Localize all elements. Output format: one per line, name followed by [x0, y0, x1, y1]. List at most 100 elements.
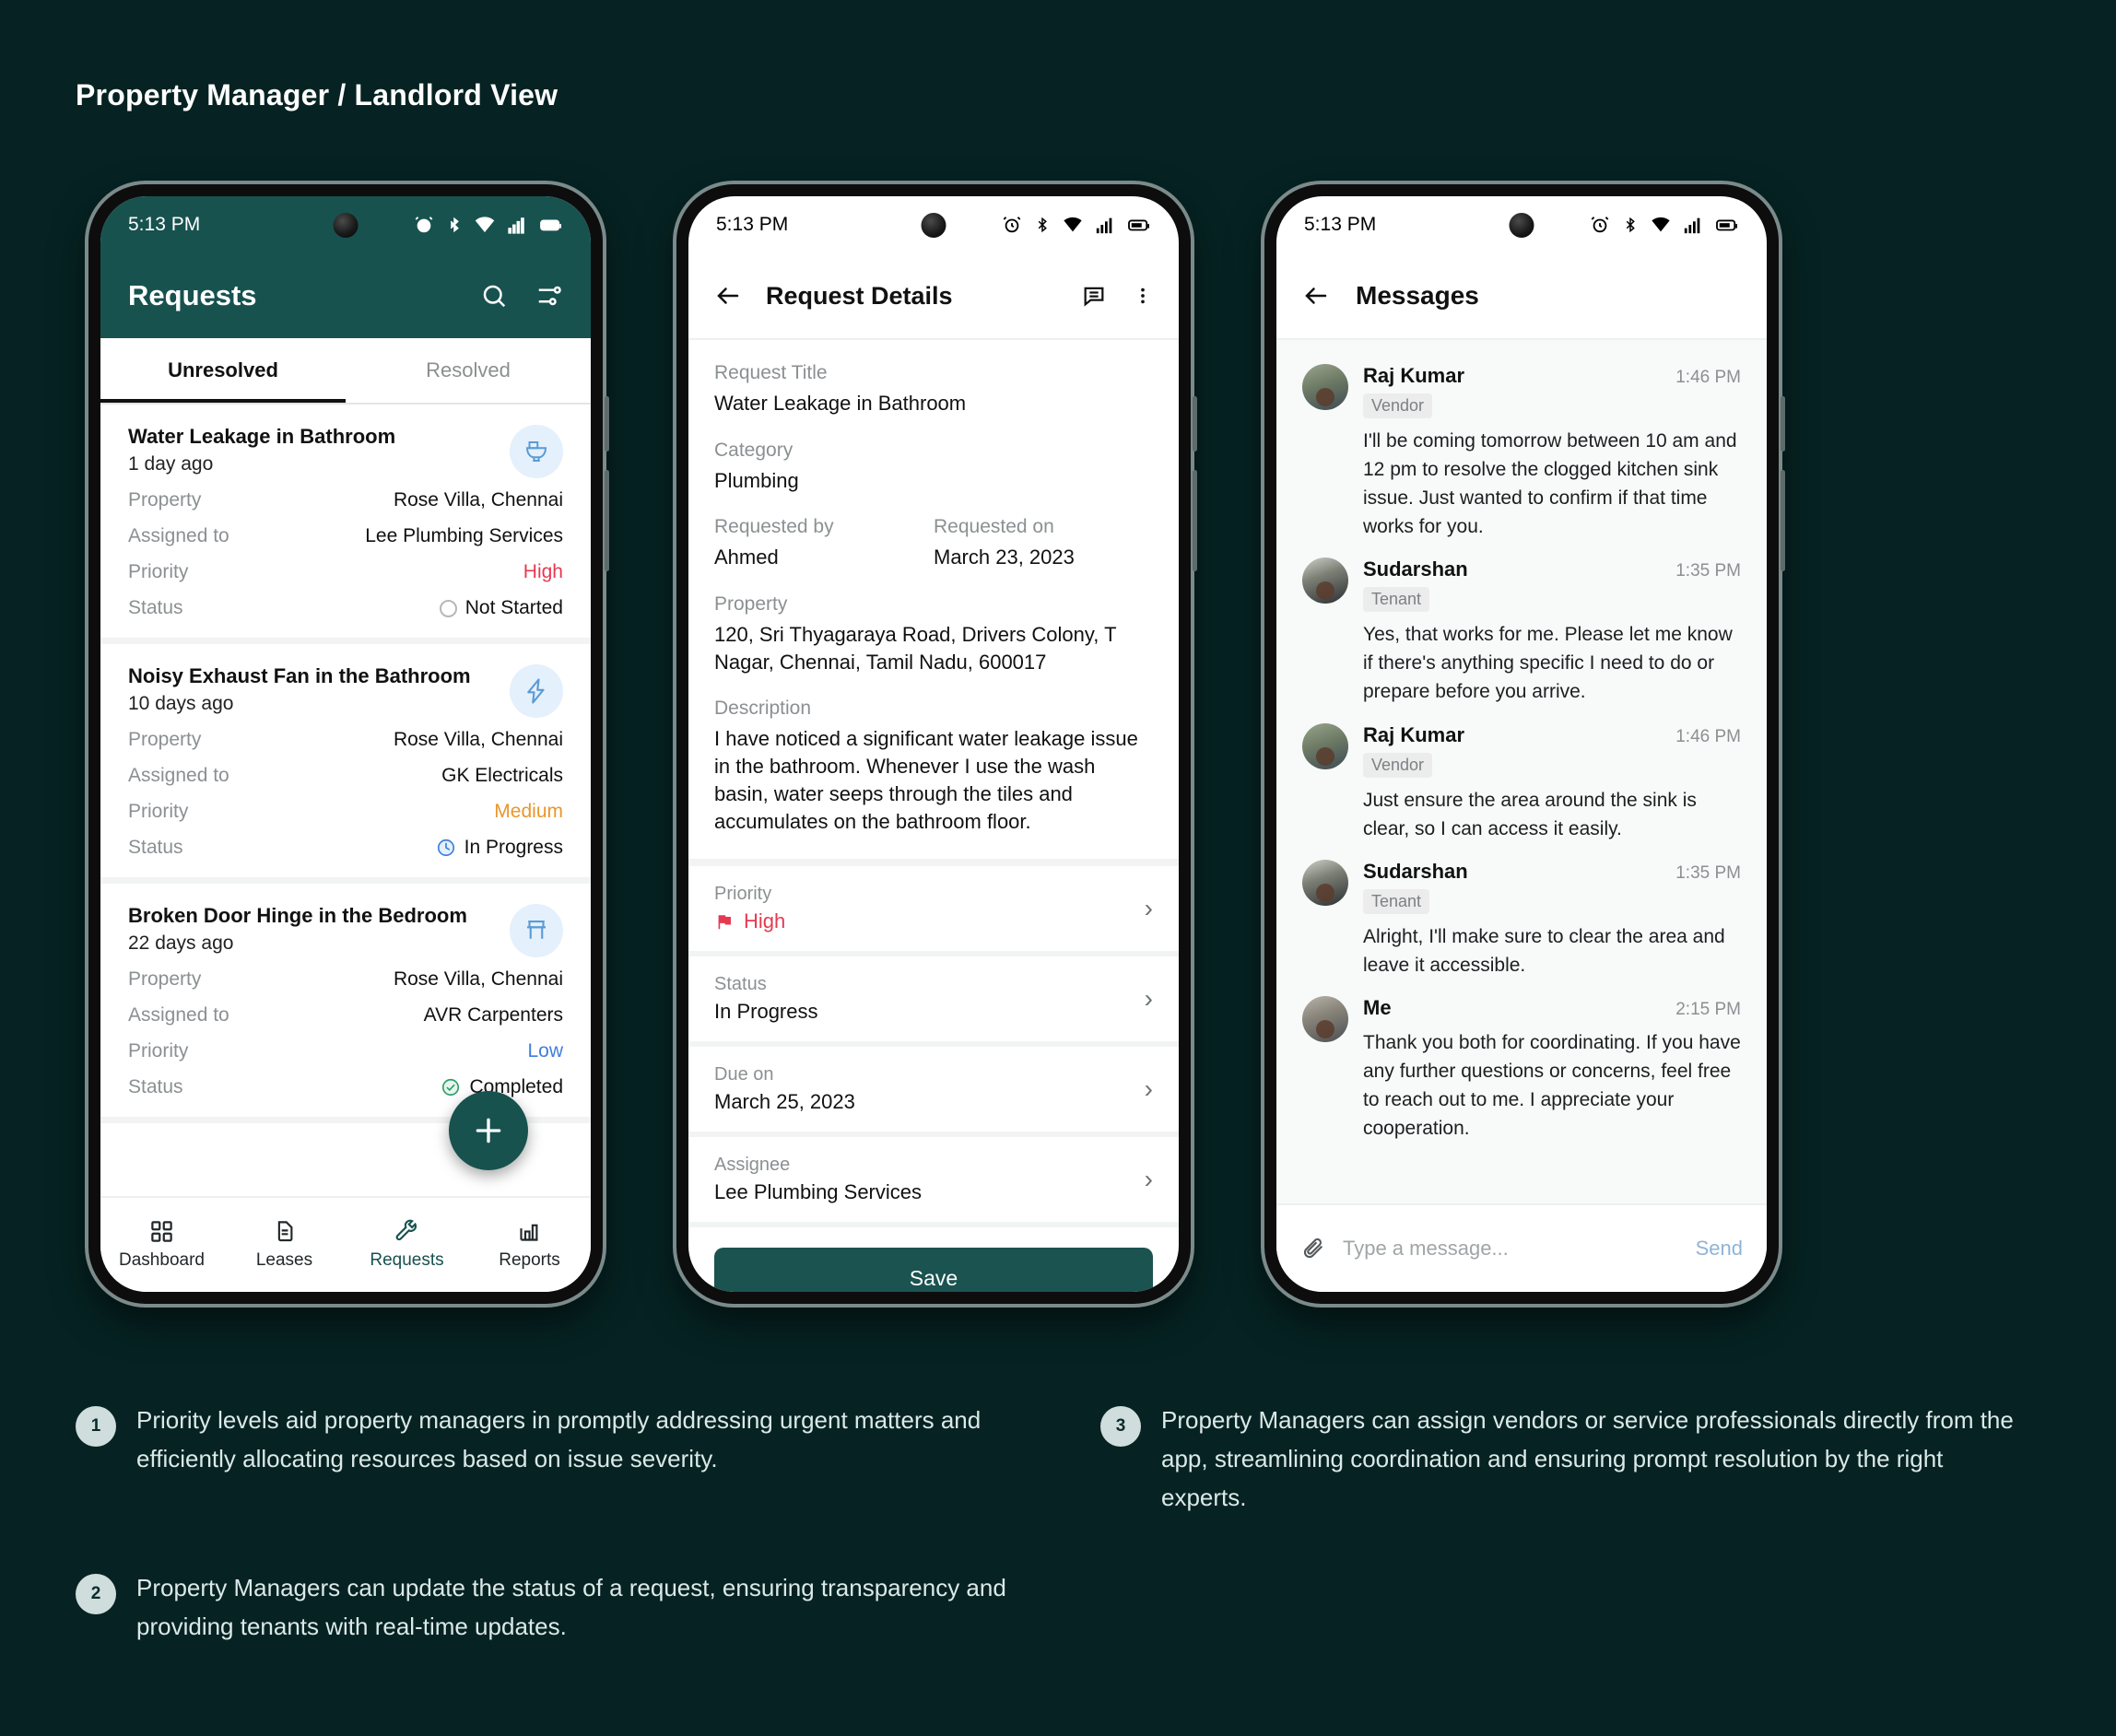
request-priority-row: Priority High — [128, 561, 563, 583]
label-description: Description — [714, 698, 812, 720]
request-title: Water Leakage in Bathroom — [128, 425, 396, 448]
field-requested-by: Requested by Ahmed — [714, 516, 934, 571]
nav-item-reports[interactable]: Reports — [468, 1219, 591, 1271]
nav-item-requests[interactable]: Requests — [346, 1219, 468, 1271]
request-assignee-row: Assigned to Lee Plumbing Services — [128, 525, 563, 547]
label-status: Status — [128, 597, 183, 618]
more-vertical-icon[interactable] — [1133, 283, 1153, 309]
request-status-row: Status Not Started — [128, 597, 563, 619]
nav-label-dashboard: Dashboard — [119, 1250, 205, 1270]
message-role-badge: Tenant — [1363, 888, 1430, 914]
phone3-status-bar: 5:13 PM — [1276, 196, 1767, 253]
save-button[interactable]: Save — [714, 1248, 1153, 1292]
phone1-title: Requests — [128, 279, 257, 311]
send-button[interactable]: Send — [1696, 1237, 1743, 1261]
message-time: 2:15 PM — [1675, 999, 1741, 1019]
request-property-row: Property Rose Villa, Chennai — [128, 489, 563, 511]
request-assignee-row: Assigned to AVR Carpenters — [128, 1004, 563, 1026]
wifi-icon — [1064, 217, 1082, 232]
label-requested-by: Requested by — [714, 516, 834, 538]
value-assigned-to: GK Electricals — [441, 765, 563, 786]
label-assignee: Assignee — [714, 1155, 791, 1176]
flag-icon — [718, 914, 731, 930]
value-property: Rose Villa, Chennai — [393, 968, 563, 990]
alarm-icon — [1003, 217, 1021, 233]
tab-resolved[interactable]: Resolved — [346, 338, 591, 403]
clock-icon — [437, 839, 454, 857]
avatar — [1302, 722, 1348, 769]
request-age: 10 days ago — [128, 693, 234, 714]
message-time: 1:46 PM — [1675, 368, 1741, 387]
label-assigned-to: Assigned to — [128, 765, 229, 786]
message-sender: Raj Kumar — [1363, 364, 1465, 387]
value-status: In Progress — [714, 1000, 818, 1024]
detail-row-status[interactable]: Status In Progress › — [688, 956, 1179, 1048]
annotation-number: 3 — [1100, 1406, 1141, 1447]
furniture-icon — [510, 904, 563, 957]
annotation-2: 2 Property Managers can update the statu… — [76, 1568, 1006, 1646]
detail-row-assignee[interactable]: Assignee Lee Plumbing Services › — [688, 1137, 1179, 1228]
message-role-badge: Vendor — [1363, 393, 1433, 418]
request-title: Noisy Exhaust Fan in the Bathroom — [128, 664, 471, 687]
chevron-right-icon: › — [1144, 1165, 1153, 1194]
annotation-1: 1 Priority levels aid property managers … — [76, 1401, 1006, 1478]
paperclip-icon[interactable] — [1300, 1236, 1326, 1261]
avatar — [1302, 364, 1348, 410]
chat-icon[interactable] — [1081, 283, 1107, 309]
message-role-badge: Tenant — [1363, 587, 1430, 613]
phone3-side-button-power — [1781, 470, 1785, 571]
request-card[interactable]: Noisy Exhaust Fan in the Bathroom 10 day… — [100, 644, 591, 884]
circle-outline-icon — [439, 599, 457, 617]
field-description: Description I have noticed a significant… — [714, 698, 1153, 835]
request-property-row: Property Rose Villa, Chennai — [128, 729, 563, 751]
request-property-row: Property Rose Villa, Chennai — [128, 968, 563, 991]
message-item: Raj Kumar 1:46 PM Vendor Just ensure the… — [1276, 712, 1767, 849]
search-icon[interactable] — [480, 282, 508, 310]
annotation-text: Property Managers can assign vendors or … — [1161, 1406, 2014, 1512]
signal-icon — [1096, 217, 1112, 234]
tab-resolved-label: Resolved — [426, 358, 511, 381]
value-assigned-to: Lee Plumbing Services — [365, 525, 563, 546]
message-input[interactable]: Type a message... — [1343, 1237, 1679, 1261]
phone3-screen: 5:13 PM Messages Raj Kumar 1:46 PM Vendo… — [1276, 196, 1767, 1292]
value-requested-by: Ahmed — [714, 545, 779, 569]
annotation-number: 1 — [76, 1406, 116, 1447]
alarm-icon — [1591, 217, 1609, 233]
phone2-side-button-volume — [1193, 396, 1197, 452]
message-text: Thank you both for coordinating. If you … — [1363, 1031, 1741, 1140]
label-property: Property — [128, 489, 202, 510]
label-requested-on: Requested on — [934, 516, 1054, 538]
value-property: 120, Sri Thyagaraya Road, Drivers Colony… — [714, 623, 1117, 674]
label-priority: Priority — [714, 884, 772, 905]
tab-unresolved[interactable]: Unresolved — [100, 338, 346, 403]
phone1-screen: 5:13 PM Requests Unresolved Resolved Wat… — [100, 196, 591, 1292]
camera-punchhole-icon — [921, 213, 946, 238]
nav-item-dashboard[interactable]: Dashboard — [100, 1219, 223, 1271]
field-category: Category Plumbing — [714, 440, 1153, 495]
wrench-icon — [395, 1219, 417, 1241]
nav-item-leases[interactable]: Leases — [223, 1219, 346, 1271]
value-status: Not Started — [464, 597, 563, 618]
battery-icon — [1128, 219, 1149, 231]
detail-row-priority[interactable]: Priority High › — [688, 866, 1179, 957]
request-card[interactable]: Broken Door Hinge in the Bedroom 22 days… — [100, 884, 591, 1123]
value-request-title: Water Leakage in Bathroom — [714, 392, 967, 415]
message-role-badge: Vendor — [1363, 752, 1433, 778]
message-item: Sudarshan 1:35 PM Tenant Yes, that works… — [1276, 546, 1767, 711]
message-text: Just ensure the area around the sink is … — [1363, 789, 1697, 839]
phone3-side-button-volume — [1781, 396, 1785, 452]
value-status-wrap: Not Started — [439, 597, 563, 619]
filter-icon[interactable] — [535, 282, 563, 310]
add-request-fab[interactable] — [449, 1091, 528, 1170]
value-priority: Low — [527, 1040, 563, 1062]
value-priority-wrap: High — [714, 909, 1145, 933]
status-icons — [1590, 215, 1739, 235]
label-priority: Priority — [128, 801, 189, 822]
request-card[interactable]: Water Leakage in Bathroom 1 day ago Prop… — [100, 405, 591, 644]
back-arrow-icon[interactable] — [1302, 282, 1330, 310]
avatar — [1302, 557, 1348, 604]
message-text: Yes, that works for me. Please let me kn… — [1363, 624, 1733, 703]
detail-row-due-on[interactable]: Due on March 25, 2023 › — [688, 1047, 1179, 1138]
label-assigned-to: Assigned to — [128, 525, 229, 546]
back-arrow-icon[interactable] — [714, 282, 742, 310]
